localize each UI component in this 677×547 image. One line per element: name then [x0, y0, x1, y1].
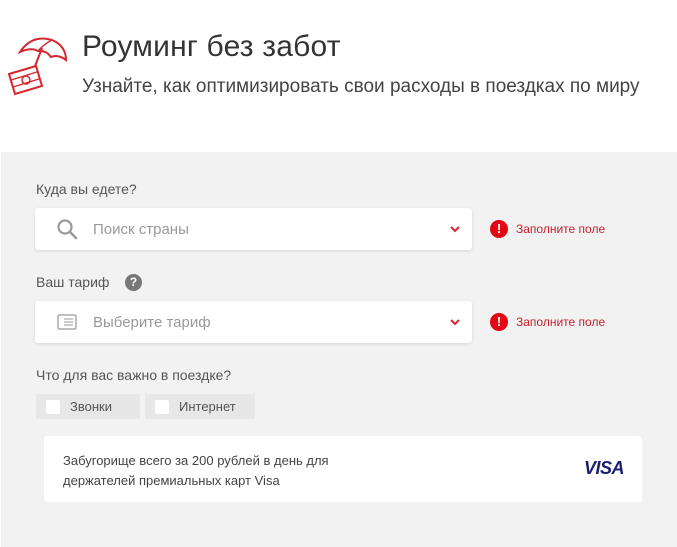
destination-error-text: Заполните поле	[516, 222, 606, 236]
visa-logo: VISA	[583, 458, 625, 478]
option-internet-checkbox[interactable]: Интернет	[145, 394, 255, 419]
promo-text: Забугорище всего за 200 рублей в день дл…	[63, 453, 329, 488]
destination-label: Куда вы едете?	[36, 181, 137, 197]
tariff-error-text: Заполните поле	[516, 315, 606, 329]
umbrella-money-icon	[7, 37, 68, 96]
option-calls-label: Звонки	[70, 399, 112, 414]
page-header: Роуминг без забот Узнайте, как оптимизир…	[0, 0, 677, 150]
tariff-placeholder: Выберите тариф	[93, 314, 211, 331]
importance-label: Что для вас важно в поездке?	[36, 367, 232, 383]
sim-card-icon	[57, 314, 77, 330]
tariff-select[interactable]: Выберите тариф	[35, 301, 472, 343]
country-search-field[interactable]: Поиск страны	[35, 208, 472, 250]
error-icon: !	[490, 313, 508, 331]
chevron-down-icon[interactable]	[448, 222, 462, 236]
page-subtitle: Узнайте, как оптимизировать свои расходы…	[82, 76, 640, 97]
search-icon	[57, 219, 78, 240]
error-icon: !	[490, 220, 508, 238]
checkbox[interactable]	[155, 399, 169, 414]
tariff-label: Ваш тариф	[36, 274, 110, 290]
tariff-error: ! Заполните поле	[490, 313, 605, 331]
country-search-placeholder: Поиск страны	[93, 221, 189, 238]
option-calls-checkbox[interactable]: Звонки	[36, 394, 140, 419]
help-icon[interactable]: ?	[125, 274, 142, 291]
visa-promo-banner: Забугорище всего за 200 рублей в день дл…	[44, 436, 642, 502]
checkbox[interactable]	[46, 399, 60, 414]
destination-error: ! Заполните поле	[490, 220, 605, 238]
chevron-down-icon[interactable]	[448, 315, 462, 329]
page-title: Роуминг без забот	[82, 30, 341, 63]
option-internet-label: Интернет	[179, 399, 236, 414]
